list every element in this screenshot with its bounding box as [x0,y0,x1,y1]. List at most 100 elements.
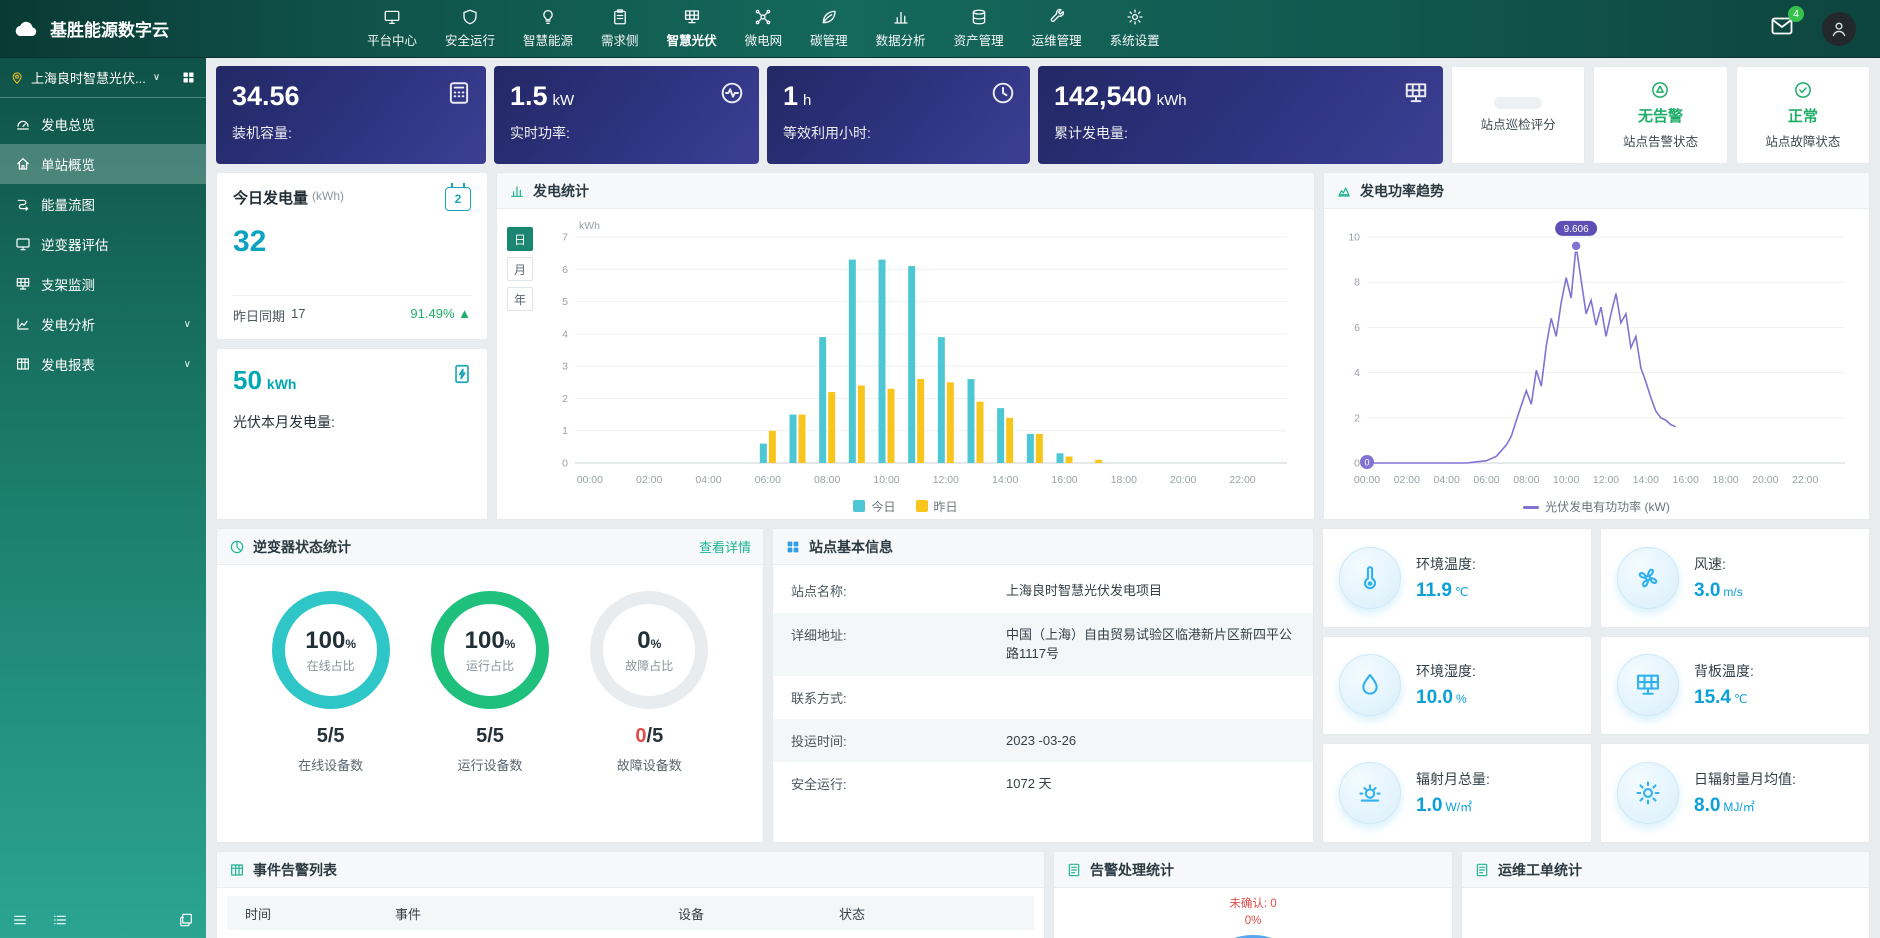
nav-platform[interactable]: 平台中心 [354,8,430,49]
station-selector-label: 上海良时智慧光伏... [31,68,146,87]
bulb-icon [539,8,557,26]
svg-text:7: 7 [562,232,568,244]
solar-panel-icon [683,8,701,26]
env-panel-temp-card: 背板温度:15.4℃ [1600,636,1870,736]
trend-chart-icon [1336,183,1352,199]
nav-smart-pv[interactable]: 智慧光伏 [654,8,730,49]
svg-text:6: 6 [562,264,568,276]
user-avatar[interactable] [1822,12,1856,46]
charts-row: 今日发电量 (kWh) 2 32 昨日同期 17 91.49% ▲ 50kWh … [216,172,1870,520]
view-details-link[interactable]: 查看详情 [699,537,751,556]
radiation-sun-icon [1356,779,1384,807]
svg-text:0: 0 [1364,458,1369,468]
sidebar-item-generation-overview[interactable]: 发电总览 [0,104,206,144]
svg-text:3: 3 [562,361,568,373]
alarm-pie-chart [1193,935,1313,938]
nav-assets[interactable]: 资产管理 [941,8,1017,49]
check-circle-icon [1793,80,1813,100]
env-temperature-card: 环境温度:11.9℃ [1322,528,1592,628]
today-legend-swatch [853,500,865,512]
tab-month[interactable]: 月 [507,257,533,281]
tab-year[interactable]: 年 [507,287,533,311]
svg-text:8: 8 [1354,277,1360,289]
alarm-status-card: 无告警 站点告警状态 [1593,66,1727,164]
fault-ratio-ring: 0% 故障占比 0/5 故障设备数 [590,591,708,774]
env-wind-card: 风速:3.0m/s [1600,528,1870,628]
svg-text:14:00: 14:00 [1632,474,1658,486]
today-generation-value: 32 [233,225,471,259]
nav-safety[interactable]: 安全运行 [432,8,508,49]
table-icon [15,356,31,372]
new-window-icon[interactable] [178,912,194,928]
bar-chart-legend: 今日 昨日 [497,493,1314,519]
gauge-icon [15,116,31,132]
svg-text:02:00: 02:00 [1393,474,1419,486]
svg-text:08:00: 08:00 [1513,474,1539,486]
environment-metrics-grid: 环境温度:11.9℃ 风速:3.0m/s 环境湿度:10.0% 背板温度:15.… [1322,528,1870,843]
document-bolt-icon [451,363,473,385]
sidebar-item-inverter-evaluation[interactable]: 逆变器评估 [0,224,206,264]
chevron-down-icon: ∨ [184,359,191,370]
leaf-icon [820,8,838,26]
sidebar-item-energy-flow[interactable]: 能量流图 [0,184,206,224]
water-drop-icon [1356,671,1384,699]
nav-settings[interactable]: 系统设置 [1097,8,1173,49]
workorder-stats-panel: 运维工单统计 [1461,851,1870,938]
svg-text:00:00: 00:00 [577,474,603,486]
chart-period-tabs: 日 月 年 [507,217,533,493]
app-title: 基胜能源数字云 [50,16,169,41]
tab-day[interactable]: 日 [507,227,533,251]
sidebar-item-generation-report[interactable]: 发电报表∨ [0,344,206,384]
main-content: 34.56 装机容量: 1.5kW 实时功率: 1h 等效利用小时: 142,5… [206,58,1880,938]
sidebar: 上海良时智慧光伏... ∨ 发电总览 单站概览 能量流图 逆变器评估 支架监测 … [0,58,206,938]
nav-demand[interactable]: 需求侧 [588,8,652,49]
svg-text:22:00: 22:00 [1792,474,1818,486]
bar-chart-icon [892,8,910,26]
grid-view-icon[interactable] [181,70,196,85]
table-row: 联系方式: [773,676,1313,719]
svg-text:10:00: 10:00 [1553,474,1579,486]
sidebar-item-bracket-monitoring[interactable]: 支架监测 [0,264,206,304]
sidebar-menu: 发电总览 单站概览 能量流图 逆变器评估 支架监测 发电分析∨ 发电报表∨ [0,98,206,902]
svg-text:14:00: 14:00 [992,474,1018,486]
svg-text:18:00: 18:00 [1111,474,1137,486]
nav-analytics[interactable]: 数据分析 [863,8,939,49]
nav-energy[interactable]: 智慧能源 [510,8,586,49]
up-arrow-icon: ▲ [458,306,471,321]
solar-panel-icon [1403,80,1429,106]
sidebar-item-station-overview[interactable]: 单站概览 [0,144,206,184]
event-table-header: 时间 事件 设备 状态 [227,896,1034,930]
gear-icon [1126,8,1144,26]
fault-status-card: 正常 站点故障状态 [1736,66,1870,164]
yesterday-value: 17 [291,306,305,325]
calendar-icon: 2 [445,187,471,211]
messages-button[interactable]: 4 [1770,14,1794,43]
meter-icon [446,80,472,106]
info-grid-icon [785,539,801,555]
collapse-menu-icon[interactable] [12,912,28,928]
running-ratio-ring: 100% 运行占比 5/5 运行设备数 [431,591,549,774]
nav-microgrid[interactable]: 微电网 [732,8,796,49]
location-pin-icon [10,71,24,85]
unconfirmed-label: 未确认: 0 [1229,896,1276,913]
kpi-row: 34.56 装机容量: 1.5kW 实时功率: 1h 等效利用小时: 142,5… [216,66,1870,164]
env-radiation-card: 辐射月总量:1.0W/㎡ [1322,743,1592,843]
svg-text:20:00: 20:00 [1752,474,1778,486]
sidebar-item-generation-analysis[interactable]: 发电分析∨ [0,304,206,344]
power-trend-panel: 发电功率趋势 024681000:0002:0004:0006:0008:001… [1323,172,1870,520]
main-nav: 平台中心 安全运行 智慧能源 需求侧 智慧光伏 微电网 碳管理 数据分析 资产管… [354,0,1173,57]
bottom-row: 事件告警列表 时间 事件 设备 状态 告警处理统计 未确认: 0 0% [216,851,1870,938]
shield-icon [461,8,479,26]
station-selector[interactable]: 上海良时智慧光伏... ∨ [0,58,206,98]
growth-percent: 91.49% ▲ [410,306,471,325]
month-generation-card: 50kWh 光伏本月发电量: [216,348,488,520]
svg-text:04:00: 04:00 [1433,474,1459,486]
nav-ops[interactable]: 运维管理 [1019,8,1095,49]
unconfirmed-percent: 0% [1245,913,1262,930]
list-icon[interactable] [52,912,68,928]
details-row: 逆变器状态统计 查看详情 100% 在线占比 5/5 在线设备数 1 [216,528,1870,843]
svg-text:08:00: 08:00 [814,474,840,486]
nav-carbon[interactable]: 碳管理 [797,8,861,49]
env-daily-radiation-card: 日辐射量月均值:8.0MJ/㎡ [1600,743,1870,843]
kpi-equivalent-hours: 1h 等效利用小时: [767,66,1030,164]
